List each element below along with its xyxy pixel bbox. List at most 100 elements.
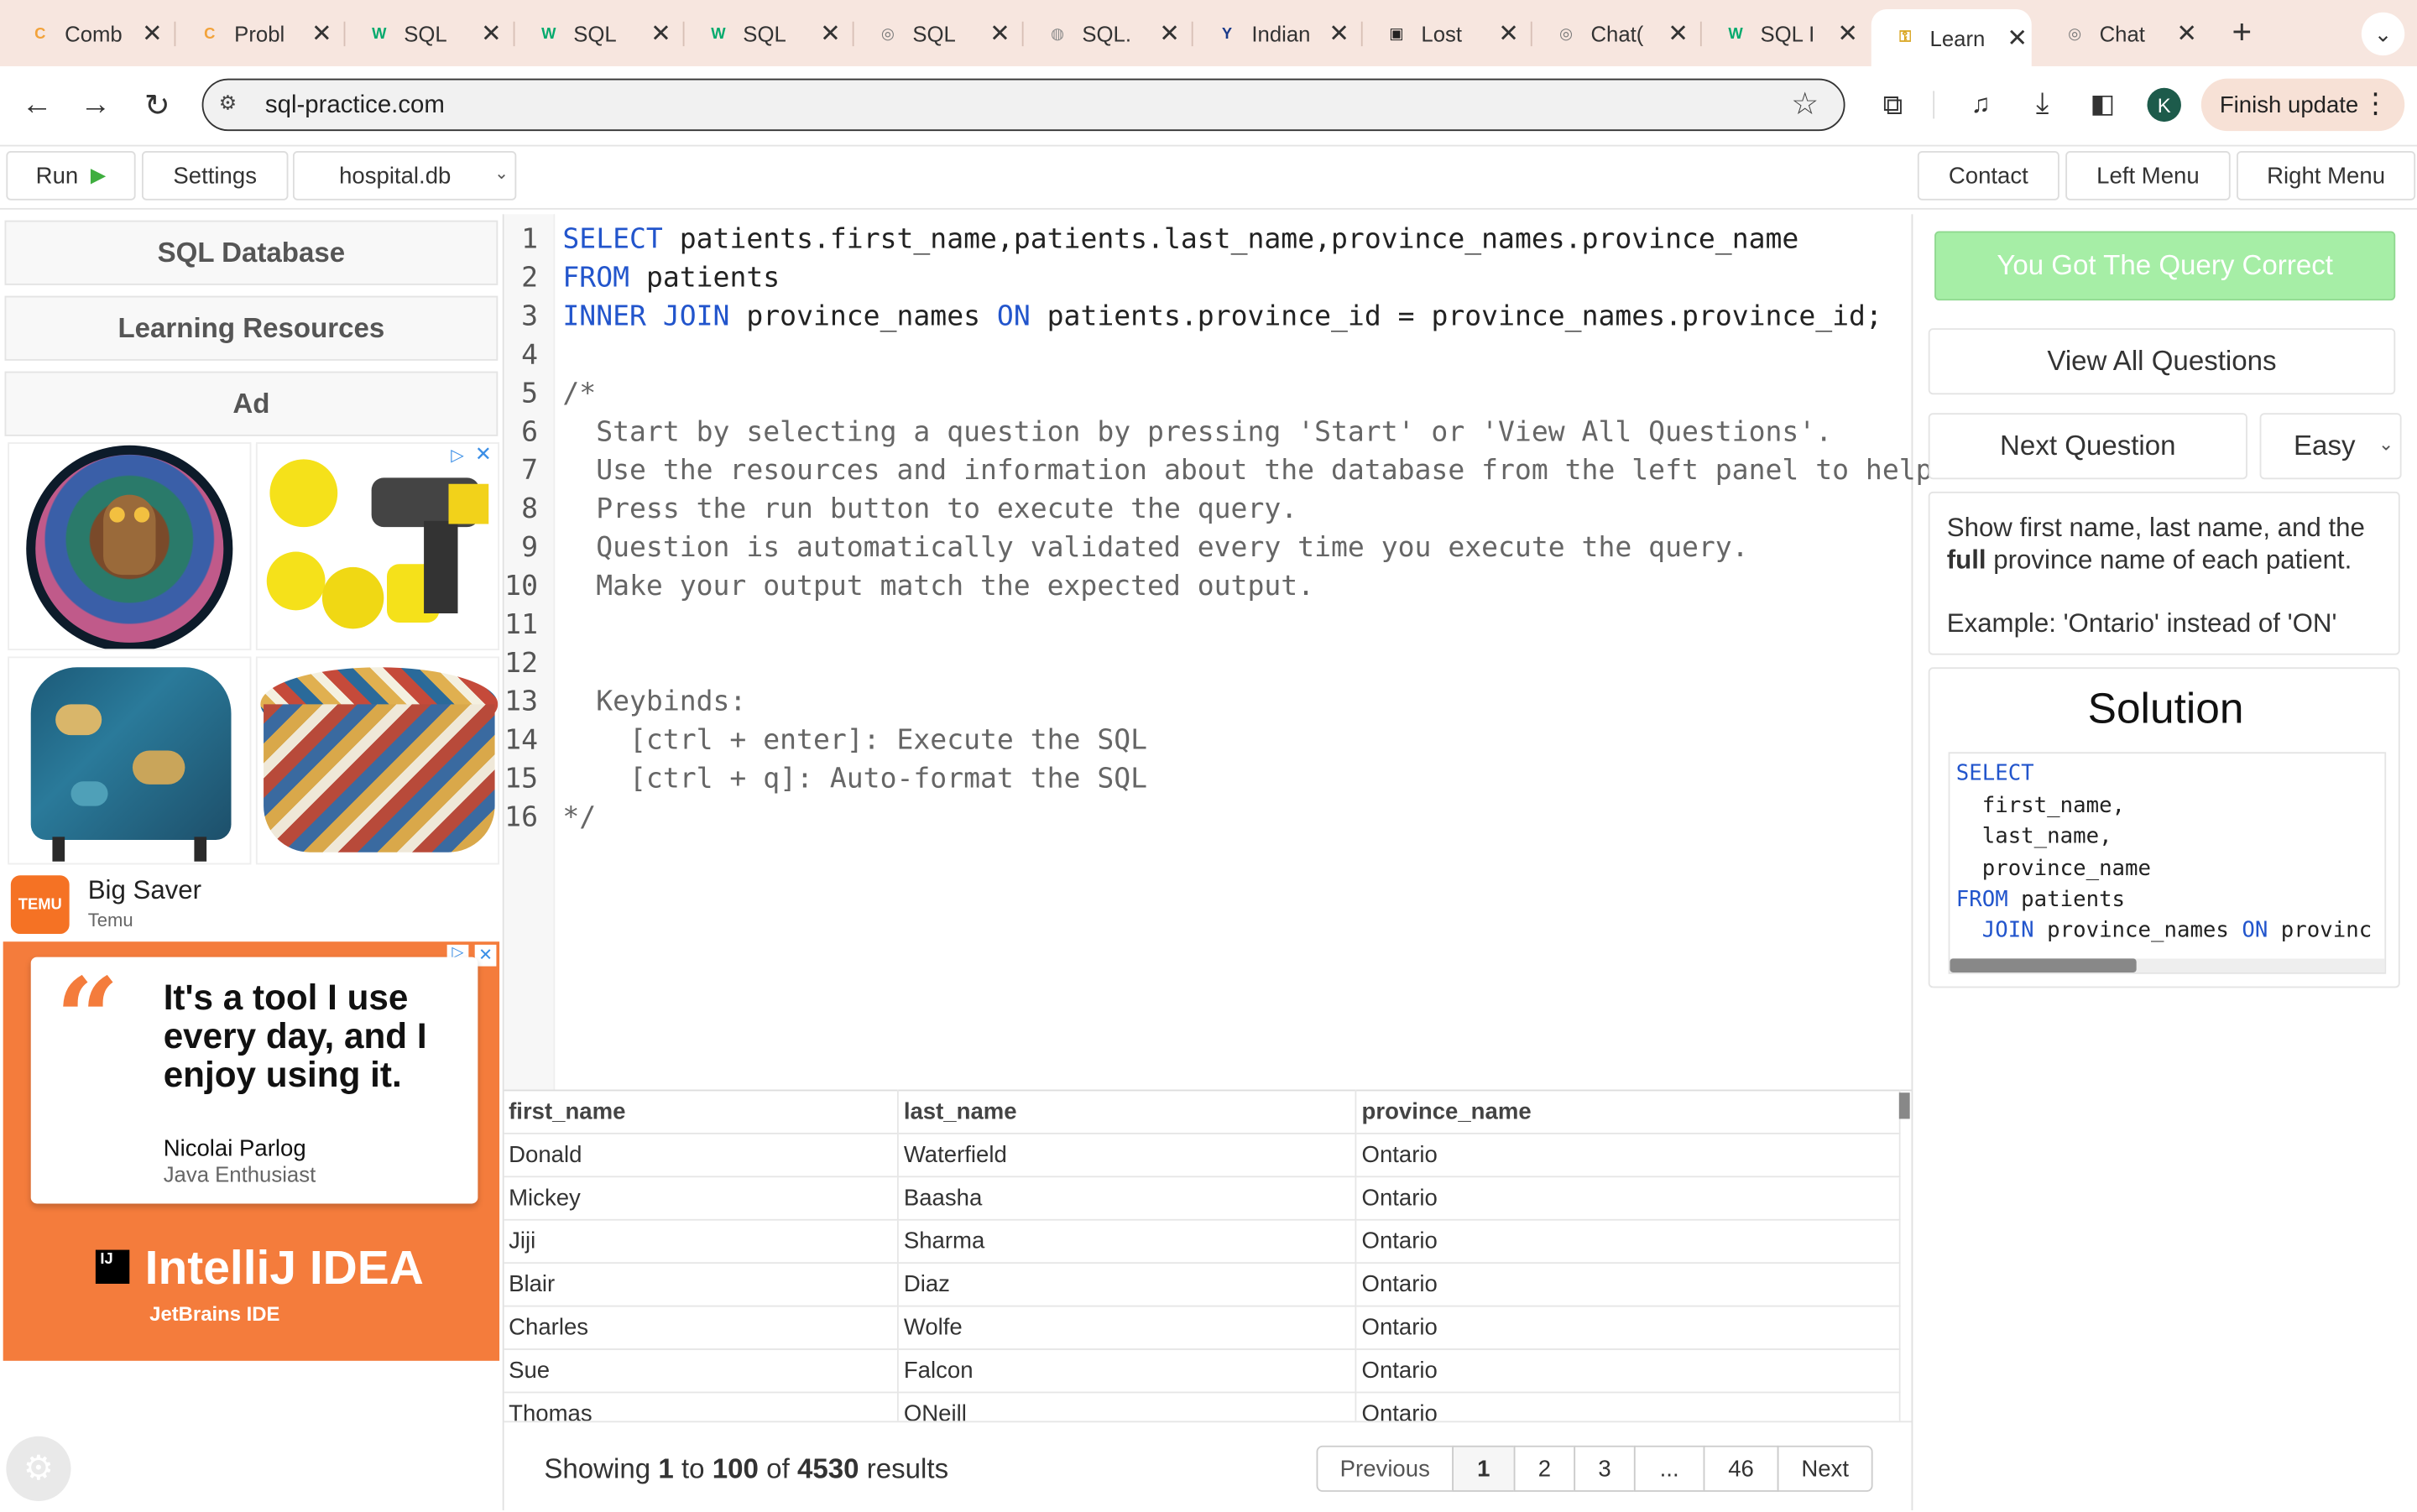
close-tab-icon[interactable]: ✕ xyxy=(1159,18,1180,50)
browser-tab[interactable]: ▣ Lost ✕ xyxy=(1363,9,1523,59)
browser-tab[interactable]: Y Indian ✕ xyxy=(1193,9,1354,59)
tab-separator xyxy=(513,21,515,47)
sql-database-header[interactable]: SQL Database xyxy=(4,220,499,285)
globe-icon: ◍ xyxy=(1050,25,1064,43)
code-keyword: SELECT xyxy=(562,223,663,256)
column-header[interactable]: first_name xyxy=(504,1089,900,1134)
close-tab-icon[interactable]: ✕ xyxy=(650,18,671,50)
address-bar[interactable]: ⚙ sql-practice.com ☆ xyxy=(201,78,1845,132)
contact-button[interactable]: Contact xyxy=(1917,150,2059,201)
page-button-2[interactable]: 2 xyxy=(1513,1445,1576,1492)
side-panel-icon[interactable]: ◧ xyxy=(2080,81,2126,128)
column-header[interactable]: last_name xyxy=(898,1089,1358,1134)
question-text: Show first name, last name, and the full… xyxy=(1947,512,2394,576)
temu-logo[interactable]: TEMU xyxy=(10,875,70,935)
browser-tab[interactable]: W SQL ✕ xyxy=(514,9,675,59)
ad-tablecloth-image[interactable] xyxy=(255,656,500,865)
run-button[interactable]: Run ▶ xyxy=(6,150,136,201)
download-icon[interactable]: ⤓ xyxy=(2019,81,2065,128)
close-tab-icon[interactable]: ✕ xyxy=(1668,18,1689,50)
page-button-3[interactable]: 3 xyxy=(1574,1445,1636,1492)
right-menu-button[interactable]: Right Menu xyxy=(2237,150,2416,201)
solution-box: Solution SELECT first_name, last_name, p… xyxy=(1928,667,2400,988)
browser-tab-title: Indian xyxy=(1251,21,1311,47)
new-tab-button[interactable]: + xyxy=(2232,13,2253,53)
settings-gear-icon[interactable]: ⚙ xyxy=(6,1436,71,1501)
code-keyword: FROM xyxy=(1955,887,2008,913)
editor-right-border xyxy=(1911,214,1913,1510)
previous-page-button[interactable]: Previous xyxy=(1316,1445,1454,1492)
browser-tab[interactable]: ◎ Chat ✕ xyxy=(2041,9,2201,59)
browser-tab[interactable]: ◍ SQL. ✕ xyxy=(1024,9,1184,59)
bookmark-star-icon[interactable]: ☆ xyxy=(1791,85,1819,123)
solution-code: SELECT first_name, last_name, province_n… xyxy=(1948,752,2387,974)
line-number: 6 xyxy=(521,415,539,449)
browser-tab[interactable]: ◎ Chat(✕ xyxy=(1532,9,1693,59)
view-all-questions-button[interactable]: View All Questions xyxy=(1928,328,2396,395)
close-tab-icon[interactable]: ✕ xyxy=(1837,18,1858,50)
intellij-banner-ad[interactable]: ▷ ✕ “ It's a tool I use every day, and I… xyxy=(3,941,500,1361)
close-tab-icon[interactable]: ✕ xyxy=(1329,18,1349,50)
page-button-1[interactable]: 1 xyxy=(1452,1445,1516,1492)
next-page-button[interactable]: Next xyxy=(1777,1445,1873,1492)
close-tab-icon[interactable]: ✕ xyxy=(820,18,841,50)
browser-tab[interactable]: C Probl ✕ xyxy=(175,9,336,59)
line-number: 4 xyxy=(521,339,539,372)
table-cell: Ontario xyxy=(1356,1392,1901,1421)
question-text-bold: full xyxy=(1946,545,1986,576)
browser-tab[interactable]: ◎ SQL ✕ xyxy=(854,9,1015,59)
line-number: 5 xyxy=(521,377,539,410)
settings-button[interactable]: Settings xyxy=(141,150,289,201)
difficulty-select[interactable]: Easy ⌄ xyxy=(2259,413,2402,480)
browser-tab[interactable]: W SQL I ✕ xyxy=(1702,9,1862,59)
browser-tab[interactable]: ⚿ Learn ✕ xyxy=(1871,9,2032,66)
solution-scrollbar-thumb[interactable] xyxy=(1950,958,2137,972)
browser-tab[interactable]: W SQL ✕ xyxy=(684,9,844,59)
line-number: 9 xyxy=(521,531,539,565)
ad-owl-image[interactable] xyxy=(8,442,252,651)
forward-arrow-icon[interactable]: → xyxy=(72,81,118,128)
browser-tab-title: Learn xyxy=(1929,25,1986,50)
ad-close-icon[interactable]: ✕ xyxy=(474,944,497,967)
site-info-icon[interactable]: ⚙ xyxy=(219,91,243,115)
page-button-46[interactable]: 46 xyxy=(1703,1445,1779,1492)
close-tab-icon[interactable]: ✕ xyxy=(311,18,332,50)
profile-avatar[interactable]: K xyxy=(2147,87,2181,123)
ad-armchair-image[interactable] xyxy=(8,656,252,865)
table-cell: ONeill xyxy=(898,1392,1358,1421)
close-tab-icon[interactable]: ✕ xyxy=(1498,18,1519,50)
close-tab-icon[interactable]: ✕ xyxy=(989,18,1010,50)
reload-icon[interactable]: ↻ xyxy=(134,81,180,128)
close-tab-icon[interactable]: ✕ xyxy=(481,18,502,50)
finish-update-button[interactable]: Finish update ⋮ xyxy=(2200,78,2405,132)
temu-ad-title[interactable]: Big Saver xyxy=(88,875,201,906)
extensions-icon[interactable]: ⧉ xyxy=(1870,81,1916,128)
play-icon: ▶ xyxy=(90,163,107,187)
tab-search-icon[interactable]: ⌄ xyxy=(2361,12,2405,56)
close-tab-icon[interactable]: ✕ xyxy=(142,18,163,50)
table-cell: Ontario xyxy=(1356,1219,1901,1264)
learning-resources-header[interactable]: Learning Resources xyxy=(4,295,499,361)
adchoices-icon[interactable]: ▷ xyxy=(451,446,464,466)
ad-close-icon[interactable]: ✕ xyxy=(475,444,492,467)
banner-author: Nicolai Parlog xyxy=(163,1135,306,1162)
media-controls-icon[interactable]: ♫ xyxy=(1958,81,2004,128)
ad-drill-brush-image[interactable]: ▷ ✕ xyxy=(255,442,500,651)
code-comment-line: Make your output match the expected outp… xyxy=(562,570,1315,603)
browser-tab-title: SQL I xyxy=(1760,21,1815,47)
code-keyword: FROM xyxy=(562,262,630,295)
column-header[interactable]: province_name xyxy=(1356,1089,1901,1134)
table-cell: Mickey xyxy=(504,1176,900,1221)
close-tab-icon[interactable]: ✕ xyxy=(2176,18,2197,50)
left-menu-button[interactable]: Left Menu xyxy=(2065,150,2231,201)
close-tab-icon[interactable]: ✕ xyxy=(2007,23,2028,54)
results-count-of-word: of xyxy=(766,1453,790,1484)
browser-tab[interactable]: C Comb ✕ xyxy=(6,9,166,59)
database-select[interactable]: hospital.db ⌄ xyxy=(292,150,517,201)
next-question-button[interactable]: Next Question xyxy=(1928,413,2247,480)
back-arrow-icon[interactable]: ← xyxy=(14,81,60,128)
results-scrollbar-thumb[interactable] xyxy=(1898,1092,1910,1119)
browser-tab[interactable]: W SQL ✕ xyxy=(345,9,505,59)
sql-editor[interactable]: 1 2 3 4 5 6 7 8 9 10 11 12 13 14 15 16 SELECT patients.… xyxy=(504,214,1949,1090)
browser-tab-title: SQL xyxy=(573,21,617,47)
